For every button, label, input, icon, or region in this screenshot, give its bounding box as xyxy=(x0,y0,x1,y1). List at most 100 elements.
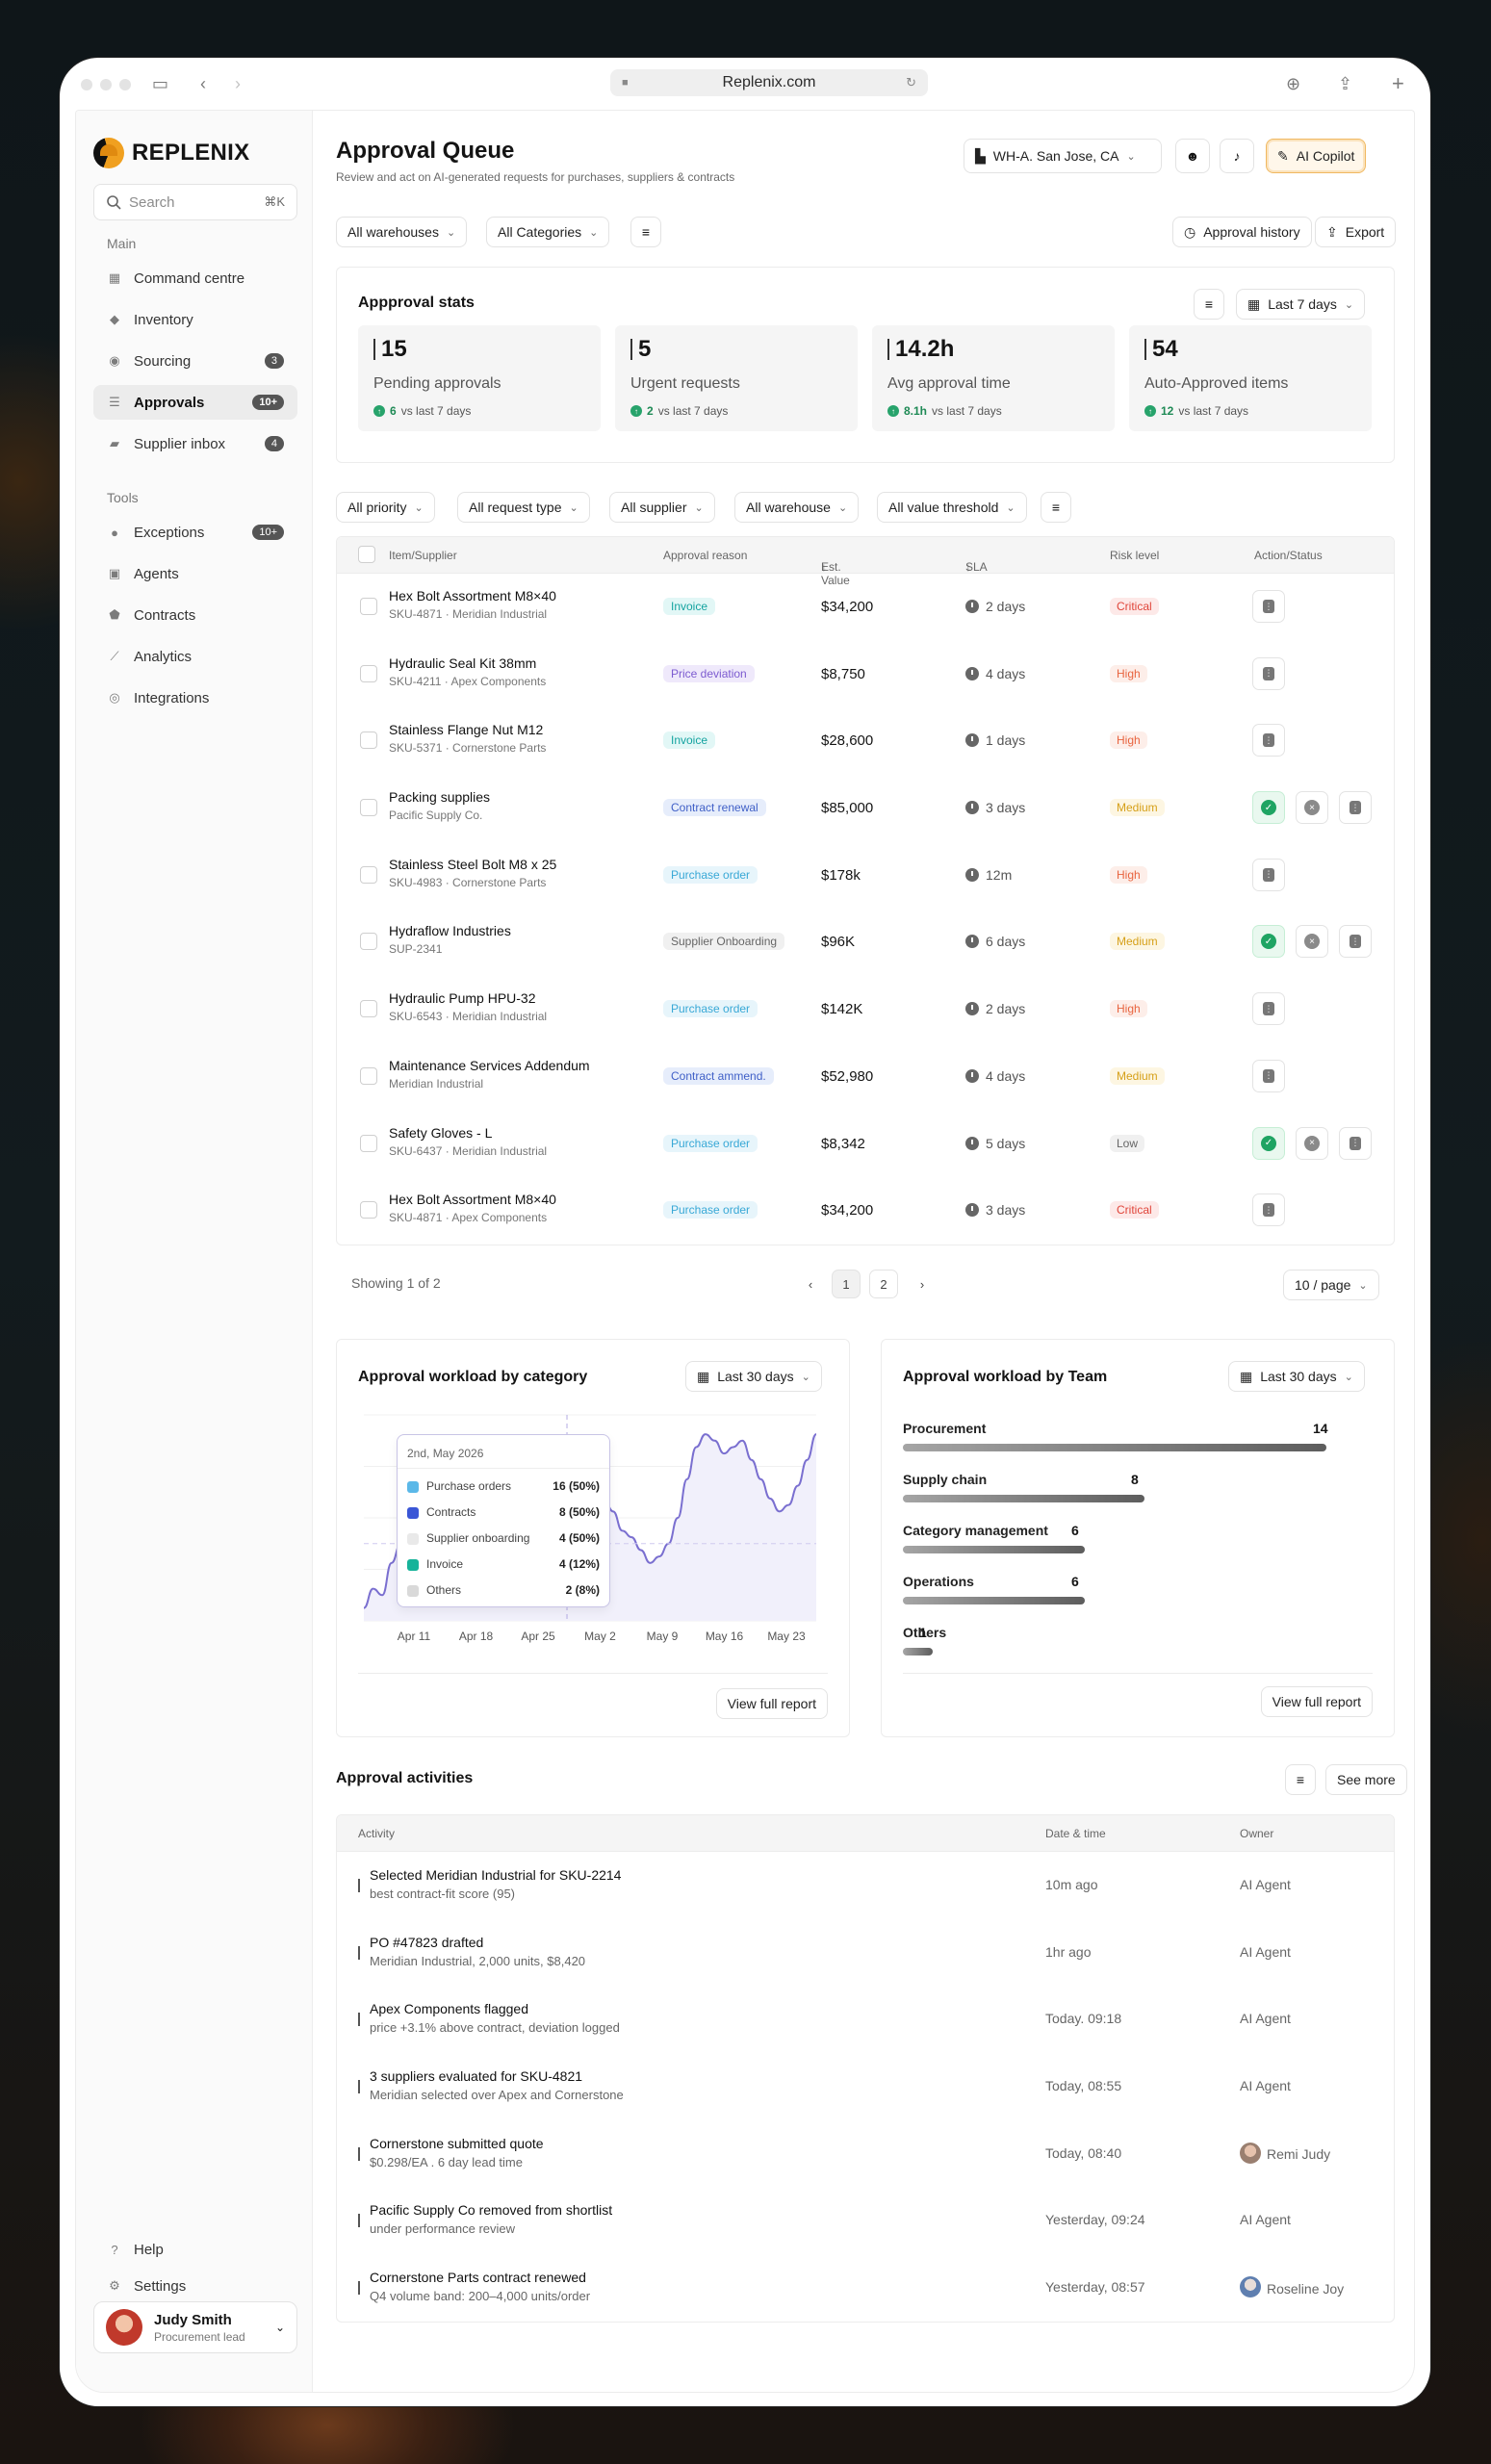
value-threshold-filter[interactable]: All value threshold ⌄ xyxy=(877,492,1027,523)
team-bar[interactable] xyxy=(903,1546,1085,1553)
new-tab-icon[interactable]: + xyxy=(1392,71,1404,96)
more-actions-button[interactable]: ⋮ xyxy=(1339,925,1372,959)
category-report-button[interactable]: View full report xyxy=(715,1688,828,1719)
warehouses-filter[interactable]: All warehouses ⌄ xyxy=(336,217,468,247)
approval-history-button[interactable]: ◷ Approval history xyxy=(1172,217,1312,247)
sidebar-item-help[interactable]: ? Help xyxy=(93,2232,297,2267)
export-button[interactable]: ⇪ Export xyxy=(1315,217,1397,247)
more-actions-button[interactable]: ⋮ xyxy=(1339,791,1372,825)
table-row[interactable]: Hex Bolt Assortment M8×40 SKU-4871 · Apex… xyxy=(337,1177,1394,1245)
row-checkbox[interactable] xyxy=(360,865,377,884)
more-actions-button[interactable]: ⋮ xyxy=(1252,858,1285,891)
supplier-filter[interactable]: All supplier ⌄ xyxy=(609,492,715,523)
activity-row[interactable]: Pacific Supply Co removed from shortlist… xyxy=(337,2187,1394,2254)
sidebar-toggle-icon[interactable]: ▭ xyxy=(152,71,168,96)
team-bar[interactable] xyxy=(903,1648,933,1656)
sidebar-item-exceptions[interactable]: ● Exceptions 10+ xyxy=(93,515,297,550)
notifications-button[interactable]: ♪ xyxy=(1220,139,1254,173)
brand-logo[interactable]: REPLENIX xyxy=(93,138,249,168)
page-button-1[interactable]: 1 xyxy=(832,1270,861,1298)
category-range-select[interactable]: ▦ Last 30 days ⌄ xyxy=(685,1361,822,1392)
activity-row[interactable]: Cornerstone submitted quote $0.298/EA . 6… xyxy=(337,2120,1394,2188)
sidebar-item-contracts[interactable]: ⬟ Contracts xyxy=(93,598,297,632)
team-bar[interactable] xyxy=(903,1444,1326,1451)
table-row[interactable]: Hydraflow Industries SUP-2341 Supplier Onb… xyxy=(337,909,1394,976)
sidebar-item-inventory[interactable]: ◆ Inventory xyxy=(93,302,297,337)
reject-button[interactable]: × xyxy=(1296,791,1328,825)
ai-copilot-button[interactable]: ✎ AI Copilot xyxy=(1266,139,1367,173)
row-checkbox[interactable] xyxy=(360,598,377,615)
table-row[interactable]: Maintenance Services Addendum Meridian In… xyxy=(337,1043,1394,1111)
row-checkbox[interactable] xyxy=(360,933,377,951)
more-actions-button[interactable]: ⋮ xyxy=(1339,1126,1372,1160)
agent-button[interactable]: ☻ xyxy=(1175,139,1210,173)
stats-filter-button[interactable]: ≡ xyxy=(1194,289,1224,320)
more-actions-button[interactable]: ⋮ xyxy=(1252,992,1285,1026)
download-icon[interactable]: ⊕ xyxy=(1286,71,1300,96)
approve-button[interactable]: ✓ xyxy=(1252,925,1285,959)
back-icon[interactable]: ‹ xyxy=(200,71,206,96)
page-button-2[interactable]: 2 xyxy=(869,1270,898,1298)
activities-filter-button[interactable]: ≡ xyxy=(1285,1764,1316,1795)
address-bar[interactable]: ■ Replenix.com ↻ xyxy=(610,69,928,96)
row-checkbox[interactable] xyxy=(360,1066,377,1085)
team-bar[interactable] xyxy=(903,1597,1085,1604)
sidebar-item-analytics[interactable]: ⟋ Analytics xyxy=(93,639,297,674)
share-icon[interactable]: ⇪ xyxy=(1338,71,1352,96)
table-row[interactable]: Packing supplies Pacific Supply Co. Contra… xyxy=(337,775,1394,842)
sidebar-item-approvals[interactable]: ☰ Approvals 10+ xyxy=(93,385,297,420)
window-controls[interactable] xyxy=(81,79,131,90)
table-row[interactable]: Hydraulic Pump HPU-32 SKU-6543 · Meridian… xyxy=(337,976,1394,1043)
row-checkbox[interactable] xyxy=(360,799,377,817)
reload-icon[interactable]: ↻ xyxy=(906,75,916,90)
table-filter-button[interactable]: ≡ xyxy=(1041,492,1071,523)
team-range-select[interactable]: ▦ Last 30 days ⌄ xyxy=(1228,1361,1365,1392)
sidebar-item-sourcing[interactable]: ◉ Sourcing 3 xyxy=(93,344,297,378)
more-actions-button[interactable]: ⋮ xyxy=(1252,656,1285,690)
sidebar-item-settings[interactable]: ⚙ Settings xyxy=(93,2269,297,2303)
row-checkbox[interactable] xyxy=(360,664,377,682)
sidebar-item-agents[interactable]: ▣ Agents xyxy=(93,556,297,591)
priority-filter[interactable]: All priority ⌄ xyxy=(336,492,435,523)
activity-row[interactable]: PO #47823 drafted Meridian Industrial, 2,… xyxy=(337,1919,1394,1987)
categories-filter[interactable]: All Categories ⌄ xyxy=(486,217,610,247)
per-page-select[interactable]: 10 / page ⌄ xyxy=(1283,1270,1379,1300)
table-row[interactable]: Stainless Flange Nut M12 SKU-5371 · Corne… xyxy=(337,707,1394,775)
activity-row[interactable]: Apex Components flagged price +3.1% above… xyxy=(337,1986,1394,2053)
approve-button[interactable]: ✓ xyxy=(1252,1126,1285,1160)
user-menu[interactable]: Judy Smith Procurement lead ⌄ xyxy=(93,2301,297,2353)
select-all-checkbox[interactable] xyxy=(358,546,375,563)
team-bar[interactable] xyxy=(903,1495,1144,1502)
row-checkbox[interactable] xyxy=(360,1134,377,1152)
next-page-button[interactable]: › xyxy=(908,1270,937,1298)
reject-button[interactable]: × xyxy=(1296,1126,1328,1160)
stats-range-select[interactable]: ▦ Last 7 days ⌄ xyxy=(1236,289,1366,320)
row-checkbox[interactable] xyxy=(360,1000,377,1018)
more-actions-button[interactable]: ⋮ xyxy=(1252,1194,1285,1227)
search-input[interactable]: Search ⌘K xyxy=(93,184,297,220)
sidebar-item-command-centre[interactable]: ▦ Command centre xyxy=(93,261,297,295)
more-actions-button[interactable]: ⋮ xyxy=(1252,590,1285,623)
reject-button[interactable]: × xyxy=(1296,925,1328,959)
prev-page-button[interactable]: ‹ xyxy=(796,1270,825,1298)
row-checkbox[interactable] xyxy=(360,1201,377,1219)
activity-row[interactable]: 3 suppliers evaluated for SKU-4821 Meridi… xyxy=(337,2053,1394,2120)
sidebar-item-supplier-inbox[interactable]: ▰ Supplier inbox 4 xyxy=(93,426,297,461)
activity-row[interactable]: Selected Meridian Industrial for SKU-221… xyxy=(337,1852,1394,1919)
row-checkbox[interactable] xyxy=(360,732,377,750)
activity-row[interactable]: Cornerstone Parts contract renewed Q4 vol… xyxy=(337,2254,1394,2322)
more-actions-button[interactable]: ⋮ xyxy=(1252,1059,1285,1092)
table-row[interactable]: Safety Gloves - L SKU-6437 · Meridian Ind… xyxy=(337,1111,1394,1178)
filter-options-button[interactable]: ≡ xyxy=(630,217,661,247)
sidebar-item-integrations[interactable]: ◎ Integrations xyxy=(93,680,297,715)
table-row[interactable]: Hex Bolt Assortment M8×40 SKU-4871 · Meri… xyxy=(337,574,1394,641)
table-row[interactable]: Hydraulic Seal Kit 38mm SKU-4211 · Apex C… xyxy=(337,641,1394,708)
warehouse-select[interactable]: ▙ WH-A. San Jose, CA ⌄ xyxy=(964,139,1162,173)
request-type-filter[interactable]: All request type ⌄ xyxy=(457,492,590,523)
forward-icon[interactable]: › xyxy=(235,71,241,96)
table-row[interactable]: Stainless Steel Bolt M8 x 25 SKU-4983 · C… xyxy=(337,842,1394,910)
team-report-button[interactable]: View full report xyxy=(1260,1686,1373,1717)
see-more-button[interactable]: See more xyxy=(1325,1764,1407,1795)
approve-button[interactable]: ✓ xyxy=(1252,791,1285,825)
warehouse-filter[interactable]: All warehouse ⌄ xyxy=(734,492,860,523)
